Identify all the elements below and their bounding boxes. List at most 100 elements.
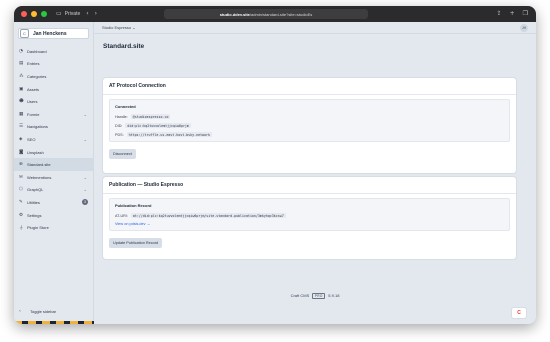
sidebar-item-label: Plugin Store [27,225,49,231]
close-window-button[interactable] [21,11,27,17]
sidebar-item-label: Categories [27,73,47,79]
newspaper-icon: ▤ [19,61,24,67]
topbar: Studio Espresso ⌄ JH [94,22,536,34]
sidebar-item-label: Settings [27,212,42,218]
back-icon[interactable]: ‹ [86,6,88,22]
sidebar-item-webmentions[interactable]: ✉ Webmentions ⌄ [14,171,93,184]
url-path: /admin/standard-site?site=studioEs [249,11,313,17]
divider [103,193,516,194]
standard-site-icon: ⊛ [19,162,23,168]
sidebar-item-label: Unsplash [27,149,44,155]
users-icon: ☻ [19,99,24,105]
disconnect-button[interactable]: Disconnect [109,149,136,159]
footer-product: Craft CMS [290,293,310,298]
image-icon: ▣ [19,86,24,92]
handle-value: @studioespresso.co [130,114,171,119]
at-protocol-heading: AT Protocol Connection [109,83,166,89]
seo-icon: ◈ [19,136,23,142]
pds-label: PDS: [115,132,124,137]
divider [103,94,516,95]
forward-icon[interactable]: › [95,6,97,22]
publication-record-title: Publication Record [115,203,152,208]
sidebar-item-unsplash[interactable]: ◙ Unsplash [14,146,93,159]
sidebar-item-entries[interactable]: ▤ Entries [14,58,93,71]
sidebar-item-graphql[interactable]: ⬡ GraphQL ⌄ [14,184,93,197]
sidebar-item-utilities[interactable]: ✎ Utilities 3 [14,196,93,209]
publication-record: Publication Record AT-URI: at://did:plc:… [109,198,510,231]
aturi-value: at://did:plc:kq2tuvvolemtjjcqiw6prjm/sit… [130,213,286,218]
update-publication-button[interactable]: Update Publication Record [109,238,163,248]
chevron-down-icon[interactable]: ⌄ [84,137,87,142]
aturi-row: AT-URI: at://did:plc:kq2tuvvolemtjjcqiw6… [115,213,504,218]
sidebar-item-formie[interactable]: ▦ Formie ⌄ [14,108,93,121]
environment-stripe [14,321,94,324]
list-icon: ☰ [19,124,24,130]
sidebar-item-label: Utilities [27,199,40,205]
sidebar-item-assets[interactable]: ▣ Assets [14,83,93,96]
sidebar-item-plugin-store[interactable]: ⏚ Plugin Store [14,221,93,234]
publication-heading: Publication — Studio Espresso [109,182,184,188]
page-title: Standard.site [103,43,145,50]
sidebar-item-label: Entries [27,61,40,67]
chevron-down-icon[interactable]: ⌄ [84,187,87,192]
sidebar-item-settings[interactable]: ⚙ Settings [14,209,93,222]
user-avatar[interactable]: JH [520,23,528,32]
sidebar-item-label: Dashboard [27,48,47,54]
notification-badge: 3 [82,199,88,206]
tab-overview-icon[interactable]: ❐ [523,6,528,22]
footer: Craft CMS PRO 5.9.18 [94,293,536,299]
sidebar-item-categories[interactable]: ⁂ Categories [14,70,93,83]
sidebar-item-label: GraphQL [27,187,44,193]
sidebar-item-seo[interactable]: ◈ SEO ⌄ [14,133,93,146]
form-icon: ▦ [19,111,24,117]
gauge-icon: ◔ [19,48,23,54]
toggle-sidebar-label: Toggle sidebar [30,309,57,314]
site-switcher[interactable]: C Jan Henckens [18,28,89,39]
at-protocol-card: AT Protocol Connection Connected Handle:… [103,78,516,173]
browser-toolbar: ▭ Private ‹ › studio.ddev.site /admin/st… [14,6,536,22]
site-name: Jan Henckens [33,30,67,37]
handle-label: Handle: [115,114,128,119]
craft-logo-icon[interactable]: C [512,308,526,318]
footer-version: 5.9.18 [328,293,340,298]
chevron-down-icon[interactable]: ⌄ [84,112,87,117]
sidebar-item-users[interactable]: ☻ Users [14,95,93,108]
window-controls [21,11,47,17]
chevron-left-icon: ‹ [19,309,21,314]
browser-actions: ⇪ + ❐ [497,6,528,22]
address-bar[interactable]: studio.ddev.site /admin/standard-site?si… [164,9,368,19]
sidebar-item-label: SEO [27,136,36,142]
did-row: DID: did:plc:kq2tuvvolemtjjcqiw6prjm [115,123,504,128]
private-label: Private [64,11,81,17]
pds-value: https://truffle.us-east.host.bsky.networ… [126,132,212,137]
site-selector[interactable]: Studio Espresso ⌄ [102,25,136,30]
chevron-down-icon[interactable]: ⌄ [84,175,87,180]
main-content: Studio Espresso ⌄ JH Standard.site AT Pr… [94,22,536,324]
new-tab-icon[interactable]: + [510,6,515,22]
view-on-pdsls-link[interactable]: View on pdsls.dev → [115,222,504,226]
sidebar-item-dashboard[interactable]: ◔ Dashboard [14,45,93,58]
share-icon[interactable]: ⇪ [497,6,502,22]
handle-row: Handle: @studioespresso.co [115,114,504,119]
sitemap-icon: ⁂ [19,73,24,79]
minimize-window-button[interactable] [31,11,37,17]
sidebar-item-standard-site[interactable]: ⊛ Standard.site [14,158,93,171]
sidebar-item-navigations[interactable]: ☰ Navigations [14,121,93,134]
zoom-window-button[interactable] [41,11,47,17]
connection-details: Connected Handle: @studioespresso.co DID… [109,99,510,142]
sidebar-item-label: Navigations [27,124,48,130]
sidebar-item-label: Assets [27,86,40,92]
sidebar-nav: ◔ Dashboard ▤ Entries ⁂ Categories ▣ Assets ☻ Use… [14,45,93,234]
sidebar-toggle-icon[interactable]: ▭ [56,6,62,22]
site-initial-badge: C [20,29,29,38]
connection-status: Connected [115,104,136,109]
did-label: DID: [115,123,123,128]
wrench-icon: ✎ [19,199,23,205]
camera-icon: ◙ [19,149,24,155]
edition-badge: PRO [312,293,326,299]
aturi-label: AT-URI: [115,213,128,218]
sidebar-item-label: Users [27,99,38,105]
sidebar-item-label: Webmentions [27,174,52,180]
toggle-sidebar-button[interactable]: ‹ Toggle sidebar [19,309,56,314]
graphql-icon: ⬡ [19,187,23,193]
